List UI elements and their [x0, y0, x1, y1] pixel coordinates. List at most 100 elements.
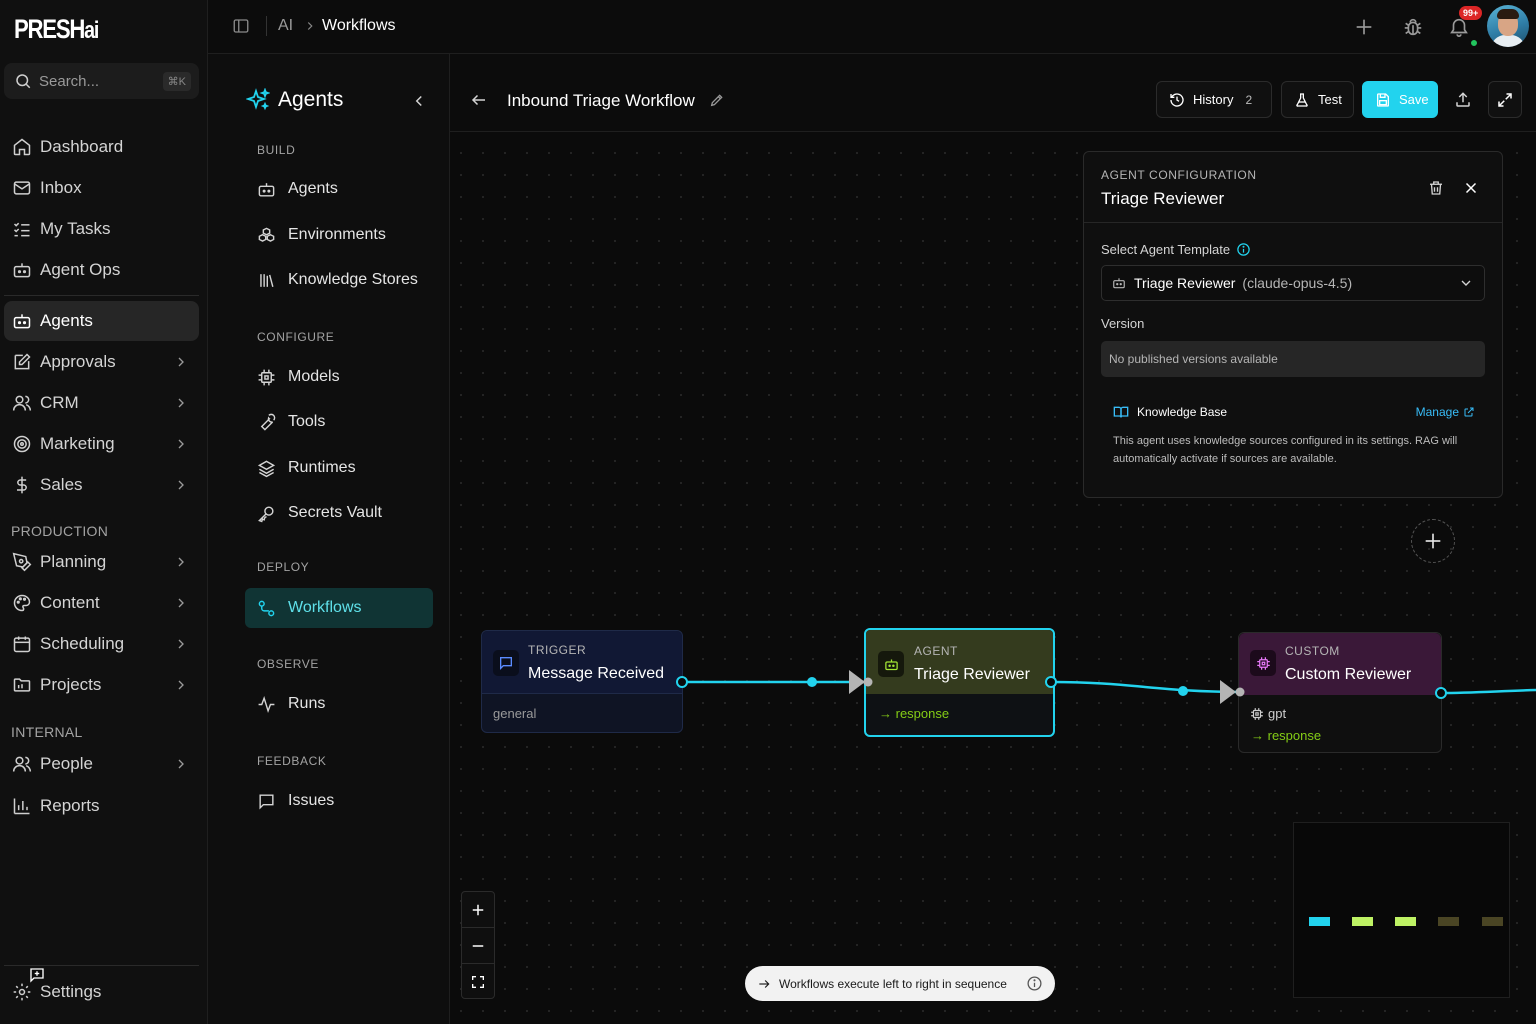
cpu-icon [257, 368, 276, 387]
bot-icon [257, 180, 276, 199]
zoom-in-button[interactable] [462, 892, 494, 928]
agent-node-eyebrow: AGENT [914, 644, 958, 658]
subnav-item-secrets-vault[interactable]: Secrets Vault [245, 493, 433, 533]
avatar[interactable] [1487, 5, 1529, 47]
sidebar-item-approvals[interactable]: Approvals [4, 342, 199, 382]
agent-template-select[interactable]: Triage Reviewer (claude-opus-4.5) [1101, 265, 1485, 301]
sidebar-item-scheduling[interactable]: Scheduling [4, 624, 199, 664]
sidebar-item-content[interactable]: Content [4, 583, 199, 623]
subnav-title: Agents [246, 88, 343, 112]
boxes-icon [257, 226, 276, 245]
manage-link[interactable]: Manage [1416, 405, 1475, 419]
sidebar-item-inbox[interactable]: Inbox [4, 168, 199, 208]
dollar-icon [12, 475, 32, 495]
fullscreen-button[interactable] [1488, 81, 1522, 118]
pen-tool-icon [12, 552, 32, 572]
subnav-item-environments[interactable]: Environments [245, 215, 433, 255]
sidebar-item-crm[interactable]: CRM [4, 383, 199, 423]
sidebar-item-agent-ops[interactable]: Agent Ops [4, 250, 199, 290]
plus-icon [1422, 530, 1444, 552]
subnav-item-agents[interactable]: Agents [245, 169, 433, 209]
test-button[interactable]: Test [1281, 81, 1354, 118]
sidebar-item-projects[interactable]: Projects [4, 665, 199, 705]
chevron-right-icon [173, 477, 189, 493]
expand-icon [1496, 91, 1514, 109]
palette-icon [12, 593, 32, 613]
info-icon[interactable] [1026, 975, 1043, 992]
sidebar-item-label: People [40, 754, 93, 773]
history-button[interactable]: History 2 [1156, 81, 1272, 118]
sidebar-toggle-icon[interactable] [232, 17, 250, 35]
book-open-icon [1113, 404, 1129, 420]
agent-node-title: Triage Reviewer [914, 666, 1030, 683]
sidebar-item-marketing[interactable]: Marketing [4, 424, 199, 464]
notification-badge: 99+ [1459, 6, 1483, 20]
main-sidebar: PRESHai Search... ⌘K Dashboard Inbox My … [0, 0, 208, 1024]
trigger-node[interactable]: TRIGGER Message Received general [481, 630, 683, 733]
info-icon[interactable] [1236, 242, 1251, 257]
subnav-item-runs[interactable]: Runs [245, 684, 433, 724]
bot-icon [878, 651, 904, 677]
subnav-item-models[interactable]: Models [245, 357, 433, 397]
sidebar-item-my-tasks[interactable]: My Tasks [4, 209, 199, 249]
plus-icon[interactable] [1353, 16, 1375, 38]
message-square-icon [257, 792, 276, 811]
brand-logo[interactable]: PRESHai [14, 14, 99, 46]
custom-node-output: → response [1251, 728, 1322, 743]
subnav-item-workflows[interactable]: Workflows [245, 588, 433, 628]
subnav-item-tools[interactable]: Tools [245, 402, 433, 442]
library-icon [257, 271, 276, 290]
sidebar-item-reports[interactable]: Reports [4, 786, 199, 826]
sidebar-item-label: Inbox [40, 178, 82, 197]
sidebar-item-people[interactable]: People [4, 744, 199, 784]
config-divider [1084, 222, 1502, 223]
add-node-button[interactable] [1411, 519, 1455, 563]
subnav-item-issues[interactable]: Issues [245, 781, 433, 821]
save-button[interactable]: Save [1362, 81, 1438, 118]
subnav-item-label: Agents [288, 180, 338, 197]
custom-node-model: gpt [1268, 706, 1287, 721]
workflow-header: Inbound Triage Workflow History 2 Test S… [450, 54, 1536, 132]
close-icon[interactable] [1462, 179, 1480, 197]
minimap[interactable] [1293, 822, 1510, 998]
sidebar-item-agents[interactable]: Agents [4, 301, 199, 341]
arrow-left-icon[interactable] [470, 91, 488, 109]
trash-icon[interactable] [1427, 179, 1445, 197]
template-label-text: Select Agent Template [1101, 242, 1231, 257]
sequence-hint-text: Workflows execute left to right in seque… [779, 976, 1007, 991]
workflow-title: Inbound Triage Workflow [507, 91, 695, 110]
knowledge-base-description: This agent uses knowledge sources config… [1113, 435, 1458, 465]
people-icon [12, 754, 32, 774]
custom-node[interactable]: CUSTOM Custom Reviewer gpt → response [1238, 632, 1442, 753]
custom-node-eyebrow: CUSTOM [1285, 644, 1340, 658]
key-icon [257, 504, 276, 523]
custom-node-title: Custom Reviewer [1285, 666, 1412, 683]
subnav-item-label: Issues [288, 792, 335, 809]
sidebar-item-sales[interactable]: Sales [4, 465, 199, 505]
subnav-item-label: Environments [288, 226, 386, 243]
export-button[interactable] [1446, 81, 1480, 118]
sidebar-item-planning[interactable]: Planning [4, 542, 199, 582]
breadcrumb-root[interactable]: AI [278, 17, 293, 35]
search-input[interactable]: Search... ⌘K [4, 63, 199, 99]
upload-icon [1454, 91, 1472, 109]
fit-view-button[interactable] [462, 964, 494, 1000]
folder-icon [12, 675, 32, 695]
sidebar-item-dashboard[interactable]: Dashboard [4, 127, 199, 167]
avatar-hair [1497, 9, 1519, 19]
template-name: Triage Reviewer [1134, 275, 1236, 291]
sidebar-item-label: Approvals [40, 352, 116, 371]
pencil-icon[interactable] [709, 92, 725, 108]
subnav-item-knowledge-stores[interactable]: Knowledge Stores [245, 260, 433, 300]
external-link-icon [1464, 407, 1474, 417]
minimap-node-extra [1482, 917, 1503, 926]
agent-node[interactable]: AGENT Triage Reviewer → response [864, 628, 1055, 737]
feedback-chat-icon[interactable] [28, 966, 46, 984]
bug-icon[interactable] [1402, 16, 1424, 38]
chevron-left-icon[interactable] [410, 92, 428, 110]
chevron-right-icon [173, 354, 189, 370]
subnav-item-runtimes[interactable]: Runtimes [245, 448, 433, 488]
edit-square-icon [12, 352, 32, 372]
zoom-out-button[interactable] [462, 928, 494, 964]
brand-logo-suffix: ai [84, 17, 99, 44]
